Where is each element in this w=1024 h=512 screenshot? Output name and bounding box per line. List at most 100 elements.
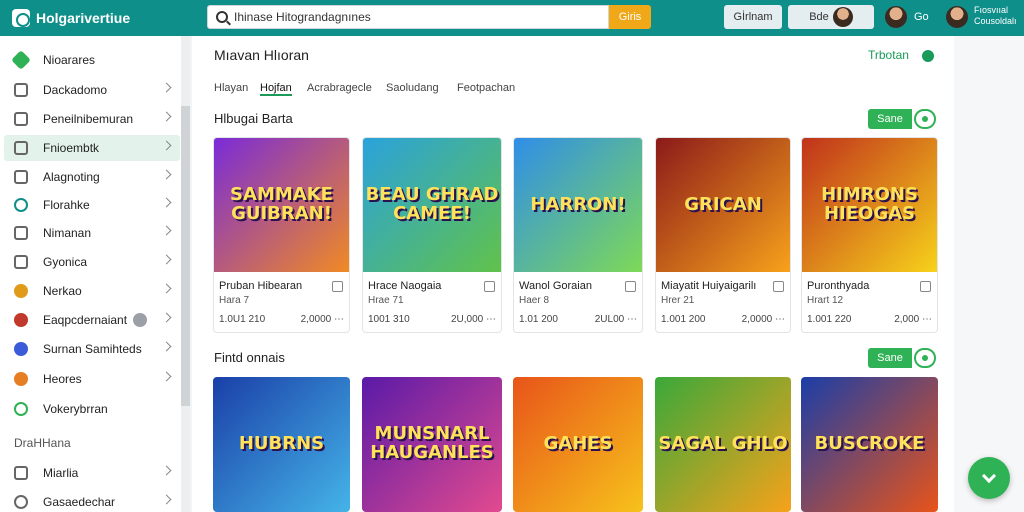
app-title: Holgarivertiue: [36, 10, 131, 26]
game-card[interactable]: BUSCROKE: [801, 377, 938, 512]
sidebar-item-label: Dackadomo: [43, 83, 108, 97]
account-chip[interactable]: Bde: [788, 5, 874, 29]
game-card[interactable]: HUBRNS: [213, 377, 350, 512]
category-icon: [14, 284, 28, 298]
tab-3[interactable]: Acrabragecle: [307, 82, 372, 94]
status-badge: [133, 313, 148, 327]
game-thumbnail: MUNSNARL HAUGANLES: [362, 377, 502, 511]
sidebar-item-label: Fnioembtk: [43, 141, 100, 155]
chevron-right-icon: [161, 341, 172, 352]
game-stat: 1.001 200: [661, 314, 706, 325]
sidebar-item-category-3[interactable]: Surnan Samihteds: [4, 336, 180, 362]
game-card[interactable]: HIMRONS HIEOGAS Puronthyada Hrart 12 1.0…: [801, 137, 938, 333]
sidebar-item-settings[interactable]: Gasaedechar: [4, 489, 180, 512]
sidebar-item-popular[interactable]: Florahke: [4, 192, 180, 218]
title-action-link[interactable]: Trbotan: [868, 48, 909, 62]
avatar: [832, 7, 853, 27]
tab-4[interactable]: Saoludang: [386, 82, 439, 94]
game-art-text: SAMMAKE GUIBRAN!: [230, 184, 333, 224]
sidebar-item-home[interactable]: Nioarares: [4, 47, 180, 73]
category-icon: [14, 402, 28, 416]
toggle-icon[interactable]: [914, 109, 936, 129]
sidebar-item-category-2[interactable]: Eaqpcdernaiant: [4, 307, 180, 333]
favorite-icon[interactable]: [920, 281, 931, 292]
toggle-icon[interactable]: [914, 348, 936, 368]
sidebar-item-category-1[interactable]: Nerkao: [4, 278, 180, 304]
category-icon: [14, 342, 28, 356]
chevron-right-icon: [161, 312, 172, 323]
tab-5[interactable]: Feotpachan: [457, 82, 515, 94]
game-subtitle: Hara 7: [219, 295, 250, 306]
game-card[interactable]: SAMMAKE GUIBRAN! Pruban Hibearan Hara 7 …: [213, 137, 350, 333]
sidebar-item-label: Surnan Samihteds: [43, 342, 142, 356]
sidebar-item-allgames[interactable]: Alagnoting: [4, 164, 180, 190]
see-all-button-2[interactable]: Sane: [868, 348, 912, 368]
game-card[interactable]: SAGAL GHLO: [655, 377, 791, 512]
search-bar: [207, 5, 609, 29]
game-subtitle: Haer 8: [519, 295, 550, 306]
favorite-icon[interactable]: [773, 281, 784, 292]
app-logo[interactable]: Holgarivertiue: [0, 9, 200, 27]
game-title: Puronthyada: [807, 280, 870, 292]
section-title-2: Fintd onnais: [214, 350, 285, 365]
game-thumbnail: SAMMAKE GUIBRAN!: [214, 138, 349, 272]
chevron-right-icon: [161, 225, 172, 236]
logo-icon: [12, 9, 30, 27]
game-subtitle: Hrae 71: [368, 295, 404, 306]
sidebar-item-personal[interactable]: Peneilnibemuran: [4, 106, 180, 132]
favorite-icon[interactable]: [625, 281, 636, 292]
chevron-right-icon: [161, 111, 172, 122]
game-art-text: BUSCROKE: [814, 432, 925, 454]
see-all-button-1[interactable]: Sane: [868, 109, 912, 129]
chevron-right-icon: [161, 494, 172, 505]
sidebar-item-favorites[interactable]: Fnioembtk: [4, 135, 180, 161]
sidebar-item-label: Florahke: [43, 198, 90, 212]
game-thumbnail: BEAU GHRAD CAMEE!: [363, 138, 501, 272]
sidebar-item-new[interactable]: Nimanan: [4, 220, 180, 246]
login-label: Gİrlnam: [733, 11, 773, 23]
sidebar-item-label: Eaqpcdernaiant: [43, 313, 128, 327]
login-chip[interactable]: Gİrlnam: [724, 5, 782, 29]
game-art-text: HIMRONS HIEOGAS: [821, 184, 918, 224]
sidebar-item-dashboard[interactable]: Dackadomo: [4, 77, 180, 103]
sidebar-item-category-4[interactable]: Heores: [4, 366, 180, 392]
download-button[interactable]: [968, 457, 1010, 499]
sidebar-item-label: Nimanan: [43, 226, 92, 240]
home-icon: [14, 466, 28, 480]
favorite-icon[interactable]: [332, 281, 343, 292]
game-card[interactable]: GRICAN Miayatit Huiyaigarilı Hrer 21 1.0…: [655, 137, 791, 333]
search-input[interactable]: [234, 10, 594, 24]
sidebar-item-label: Peneilnibemuran: [43, 112, 134, 126]
game-card[interactable]: GAHES: [513, 377, 643, 512]
game-art-text: HUBRNS: [238, 432, 325, 454]
sidebar-item-label: Miarlia: [43, 466, 79, 480]
chat-icon[interactable]: [922, 50, 934, 62]
scrollbar-thumb[interactable]: [181, 106, 190, 406]
game-art-text: GAHES: [543, 432, 613, 454]
game-art-text: HARRON!: [530, 193, 626, 215]
folder-icon: [14, 141, 28, 155]
game-card[interactable]: BEAU GHRAD CAMEE! Hrace Naogaia Hrae 71 …: [362, 137, 502, 333]
sidebar-item-label: Heores: [43, 372, 82, 386]
tab-2[interactable]: Hojfan: [260, 82, 292, 96]
sidebar-scrollbar[interactable]: [181, 36, 190, 512]
user-short: Go: [914, 11, 929, 23]
game-card[interactable]: MUNSNARL HAUGANLES: [362, 377, 502, 512]
user-avatar[interactable]: [885, 6, 907, 28]
user-name-line1: Fıosvııal: [974, 5, 1009, 15]
sidebar-item-category-5[interactable]: Vokerybrran: [4, 396, 180, 422]
grid-icon: [14, 226, 28, 240]
search-button[interactable]: Giris: [609, 5, 651, 29]
sidebar-item-games[interactable]: Gyonica: [4, 249, 180, 275]
search-icon: [216, 11, 228, 23]
profile-avatar[interactable]: [946, 6, 968, 28]
tab-1[interactable]: Hlayan: [214, 82, 248, 94]
favorite-icon[interactable]: [484, 281, 495, 292]
game-art-text: MUNSNARL HAUGANLES: [370, 423, 494, 463]
sidebar-item-mail[interactable]: Miarlia: [4, 460, 180, 486]
game-stat: 2,000 ⋯: [894, 314, 932, 325]
chevron-right-icon: [161, 82, 172, 93]
game-card[interactable]: HARRON! Wanol Goraian Haer 8 1.01 200 2U…: [513, 137, 643, 333]
page-title: Mıavan Hlıoran: [214, 47, 309, 63]
user-name-line2: Cousoldalı: [974, 16, 1017, 26]
